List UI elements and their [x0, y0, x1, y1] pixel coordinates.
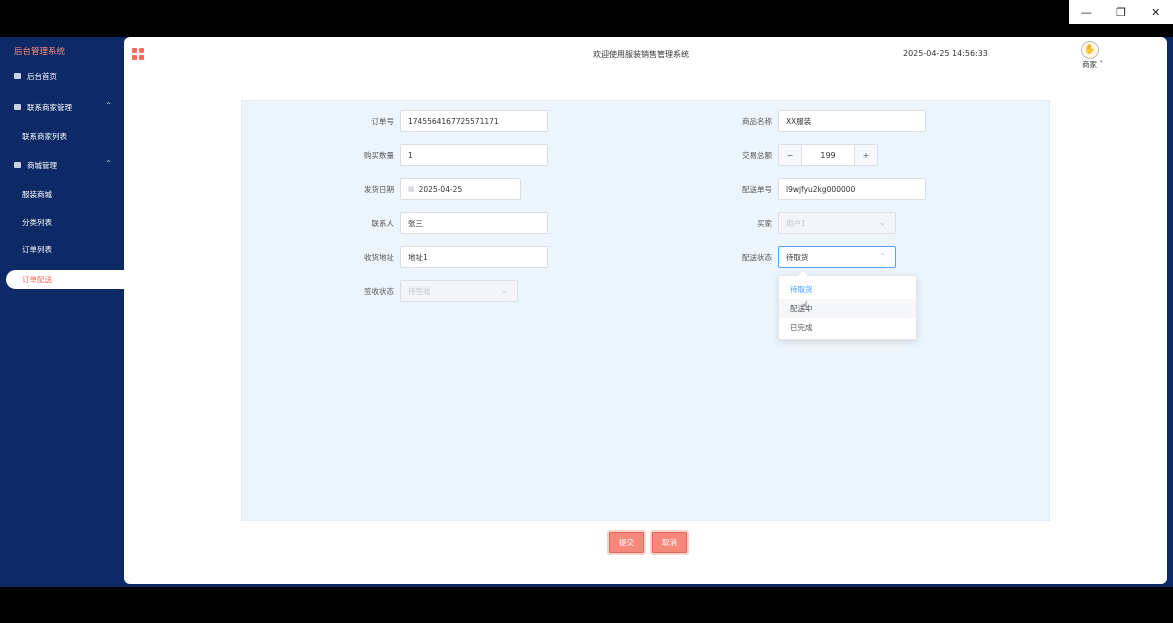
sidebar-item-label: 后台首页	[27, 71, 57, 81]
screen: — ❐ ✕ 后台管理系统 后台首页 联系商家管理 ⌃ 联系商家列表 商城管理 ⌃…	[0, 0, 1173, 623]
sidebar-item-merchant-contact[interactable]: 联系商家管理 ⌃	[0, 96, 124, 118]
total-label: 交易总额	[742, 151, 772, 160]
close-button[interactable]: ✕	[1138, 0, 1173, 24]
chevron-down-icon: ⌄	[879, 218, 886, 227]
window-controls: — ❐ ✕	[1069, 0, 1173, 24]
user-name: 商家	[1082, 60, 1097, 69]
dropdown-option-completed[interactable]: 已完成	[779, 318, 916, 337]
tracking-no-input[interactable]: l9wjfyu2kg000000	[778, 178, 926, 200]
product-name-input[interactable]: XX服装	[778, 110, 926, 132]
sidebar-item-home[interactable]: 后台首页	[0, 65, 124, 87]
delivery-status-select[interactable]: 待取货 ⌃	[778, 246, 896, 268]
main-content: 欢迎使用服装销售管理系统 2025-04-25 14:56:33 ✋ 商家 ˅ …	[124, 37, 1167, 584]
receipt-status-value: 待签收	[408, 286, 431, 296]
sidebar-item-order-delivery[interactable]: 订单配送	[6, 270, 124, 289]
avatar[interactable]: ✋	[1081, 41, 1099, 59]
total-stepper[interactable]: − 199 +	[778, 144, 878, 166]
buyer-select: 用户1 ⌄	[778, 212, 896, 234]
ship-date-picker[interactable]: ▦ 2025-04-25	[400, 178, 521, 200]
delivery-status-dropdown: 待取货 配送中 已完成	[778, 269, 917, 340]
dropdown-option-delivering[interactable]: 配送中	[779, 299, 916, 318]
minimize-button[interactable]: —	[1069, 0, 1104, 24]
sidebar-item-category-list[interactable]: 分类列表	[22, 217, 52, 228]
home-icon	[14, 73, 21, 79]
product-name-label: 商品名称	[742, 117, 772, 126]
datetime: 2025-04-25 14:56:33	[903, 49, 988, 58]
order-no-label: 订单号	[371, 117, 395, 126]
total-value[interactable]: 199	[801, 145, 855, 165]
increment-button[interactable]: +	[855, 145, 877, 165]
tracking-no-label: 配送单号	[742, 185, 772, 194]
address-label: 收货地址	[364, 253, 394, 262]
sidebar-item-mall[interactable]: 商城管理 ⌃	[0, 154, 124, 176]
brand-title: 后台管理系统	[14, 47, 66, 57]
decrement-button[interactable]: −	[779, 145, 801, 165]
user-menu[interactable]: 商家 ˅	[1082, 59, 1103, 70]
chevron-up-icon: ⌃	[105, 101, 112, 110]
order-form: 订单号 1745564167725571171 商品名称 XX服装 购买数量 1…	[241, 100, 1050, 521]
page-title: 欢迎使用服装销售管理系统	[593, 50, 689, 59]
cancel-button[interactable]: 取消	[652, 532, 687, 553]
mall-icon	[14, 162, 21, 168]
delivery-status-label: 配送状态	[742, 253, 772, 262]
ship-date-label: 发货日期	[364, 185, 394, 194]
chevron-up-icon: ⌃	[879, 252, 886, 261]
contact-icon	[14, 104, 21, 110]
chevron-up-icon: ⌃	[105, 159, 112, 168]
sidebar: 后台管理系统 后台首页 联系商家管理 ⌃ 联系商家列表 商城管理 ⌃ 服装商城 …	[0, 37, 124, 587]
contact-label: 联系人	[371, 219, 395, 228]
receipt-status-label: 签收状态	[364, 287, 394, 296]
sidebar-item-label: 联系商家管理	[27, 102, 72, 112]
receipt-status-select: 待签收 ⌄	[400, 280, 518, 302]
ship-date-value: 2025-04-25	[418, 184, 463, 194]
sidebar-item-merchant-contact-list[interactable]: 联系商家列表	[22, 131, 67, 142]
grid-menu-icon[interactable]	[132, 48, 144, 60]
order-no-input[interactable]: 1745564167725571171	[400, 110, 548, 132]
calendar-icon: ▦	[408, 185, 415, 193]
submit-button[interactable]: 提交	[609, 532, 644, 553]
contact-input[interactable]: 张三	[400, 212, 548, 234]
quantity-input[interactable]: 1	[400, 144, 548, 166]
sidebar-item-label: 商城管理	[27, 160, 57, 170]
quantity-label: 购买数量	[364, 151, 394, 160]
sidebar-item-order-list[interactable]: 订单列表	[22, 244, 52, 255]
buyer-label: 买家	[757, 219, 772, 228]
chevron-down-icon: ⌄	[501, 286, 508, 295]
restore-button[interactable]: ❐	[1104, 0, 1139, 24]
sidebar-item-clothing-mall[interactable]: 服装商城	[22, 189, 52, 200]
hand-cursor-icon: ☝	[801, 299, 809, 313]
delivery-status-value: 待取货	[786, 252, 809, 262]
app: 后台管理系统 后台首页 联系商家管理 ⌃ 联系商家列表 商城管理 ⌃ 服装商城 …	[0, 37, 1173, 587]
chevron-down-icon: ˅	[1097, 60, 1104, 69]
buyer-value: 用户1	[786, 218, 806, 228]
address-input[interactable]: 地址1	[400, 246, 548, 268]
dropdown-option-pending-pickup[interactable]: 待取货	[779, 280, 916, 299]
